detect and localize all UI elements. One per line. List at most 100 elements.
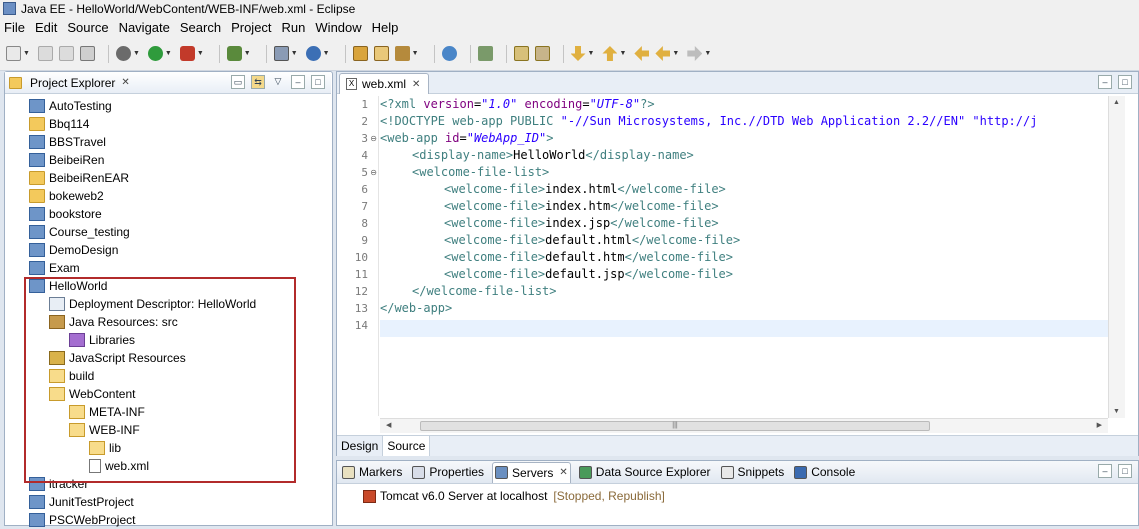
close-icon[interactable]: ✕: [412, 79, 420, 90]
scroll-left-arrow-icon[interactable]: ◀: [386, 421, 391, 429]
new-class-dropdown-icon[interactable]: ▼: [323, 50, 330, 57]
tab-console[interactable]: Console: [792, 462, 857, 483]
server-dropdown-icon[interactable]: ▼: [244, 50, 251, 57]
project-icon: [29, 117, 45, 131]
tab-data-source-explorer[interactable]: Data Source Explorer: [577, 462, 713, 483]
debug-dropdown-icon[interactable]: ▼: [133, 50, 140, 57]
tree-item[interactable]: BBSTravel: [29, 133, 106, 151]
tag-text: HelloWorld: [513, 148, 586, 162]
close-icon[interactable]: ✕: [121, 77, 129, 88]
tree-item[interactable]: JunitTestProject: [29, 493, 134, 511]
menu-help[interactable]: Help: [372, 20, 399, 35]
menu-run[interactable]: Run: [282, 20, 306, 35]
run-dropdown-icon[interactable]: ▼: [165, 50, 172, 57]
maximize-icon[interactable]: □: [1118, 75, 1132, 89]
fold-toggle-icon[interactable]: ⊖: [370, 130, 377, 147]
new-project-dropdown-icon[interactable]: ▼: [291, 50, 298, 57]
scroll-thumb[interactable]: |||: [420, 421, 930, 431]
menu-window[interactable]: Window: [315, 20, 361, 35]
fold-toggle-icon[interactable]: ⊖: [370, 164, 377, 181]
toolbar-separator: [344, 44, 346, 63]
design-tab[interactable]: Design: [337, 436, 384, 456]
next-annotation-icon[interactable]: [570, 46, 586, 61]
menu-edit[interactable]: Edit: [35, 20, 57, 35]
toggle-mark-icon[interactable]: [477, 46, 493, 61]
maximize-icon[interactable]: □: [1118, 464, 1132, 478]
external-tools-icon[interactable]: [179, 46, 195, 61]
pin-editor-icon[interactable]: [534, 46, 550, 61]
external-tools-dropdown-icon[interactable]: ▼: [197, 50, 204, 57]
tree-item[interactable]: bokeweb2: [29, 187, 104, 205]
code-line: <welcome-file>default.html</welcome-file…: [444, 232, 740, 249]
new-project-icon[interactable]: [273, 46, 289, 61]
previous-annotation-dropdown-icon[interactable]: ▼: [619, 50, 626, 57]
save-all-icon[interactable]: [58, 46, 74, 61]
editor-tab-web-xml[interactable]: X web.xml ✕: [339, 73, 429, 94]
menu-file[interactable]: File: [4, 20, 25, 35]
line-number: 3: [361, 132, 368, 145]
back-dropdown-icon[interactable]: ▼: [672, 50, 679, 57]
maximize-icon[interactable]: □: [311, 75, 325, 89]
tree-item[interactable]: AutoTesting: [29, 97, 112, 115]
vertical-scrollbar[interactable]: ▲ ▼: [1108, 96, 1125, 418]
console-icon: [794, 465, 808, 479]
horizontal-scrollbar[interactable]: ◀ ||| ▶: [380, 418, 1108, 433]
tab-markers[interactable]: Markers: [340, 462, 404, 483]
menu-project[interactable]: Project: [231, 20, 271, 35]
minimize-icon[interactable]: –: [1098, 75, 1112, 89]
tree-item[interactable]: bookstore: [29, 205, 102, 223]
minimize-icon[interactable]: –: [291, 75, 305, 89]
forward-dropdown-icon[interactable]: ▼: [704, 50, 711, 57]
open-type-icon[interactable]: [352, 46, 368, 61]
search-tool-icon[interactable]: [394, 46, 410, 61]
tab-servers[interactable]: Servers ✕: [492, 461, 571, 483]
tree-item-label: AutoTesting: [49, 99, 112, 113]
view-controls: ▭ ⇆ ▽ – □: [231, 75, 325, 89]
menu-navigate[interactable]: Navigate: [119, 20, 170, 35]
debug-icon[interactable]: [115, 46, 131, 61]
view-menu-icon[interactable]: ▽: [271, 75, 285, 89]
save-icon[interactable]: [37, 46, 53, 61]
tree-item[interactable]: PSCWebProject: [29, 511, 135, 529]
code-line: </web-app>: [380, 300, 452, 317]
collapse-all-icon[interactable]: ▭: [231, 75, 245, 89]
menu-source[interactable]: Source: [67, 20, 108, 35]
new-icon[interactable]: [6, 46, 21, 61]
new-class-icon[interactable]: [305, 46, 321, 61]
project-explorer-tab[interactable]: Project Explorer ✕ ▭ ⇆ ▽ – □: [5, 72, 331, 94]
source-tab[interactable]: Source: [383, 436, 431, 456]
annotation-icon[interactable]: [513, 46, 529, 61]
tree-item[interactable]: BeibeiRen: [29, 151, 104, 169]
print-icon[interactable]: [79, 46, 95, 61]
previous-annotation-icon[interactable]: [602, 46, 618, 61]
run-icon[interactable]: [147, 46, 163, 61]
last-edit-icon[interactable]: [634, 46, 650, 61]
menu-search[interactable]: Search: [180, 20, 221, 35]
tree-item-label: Bbq114: [49, 117, 90, 131]
web-browser-icon[interactable]: [441, 46, 457, 61]
code-area[interactable]: <?xml version="1.0" encoding="UTF-8"?> <…: [380, 96, 1108, 416]
open-folder-icon[interactable]: [373, 46, 389, 61]
code-line: <web-app id="WebApp_ID">: [380, 130, 553, 147]
minimize-icon[interactable]: –: [1098, 464, 1112, 478]
tree-item[interactable]: Exam: [29, 259, 80, 277]
tree-item[interactable]: DemoDesign: [29, 241, 118, 259]
tree-item-label: JunitTestProject: [49, 495, 134, 509]
tree-item[interactable]: Bbq114: [29, 115, 89, 133]
back-icon[interactable]: [655, 46, 671, 61]
search-tool-dropdown-icon[interactable]: ▼: [412, 50, 419, 57]
tree-item[interactable]: Course_testing: [29, 223, 130, 241]
next-annotation-dropdown-icon[interactable]: ▼: [588, 50, 595, 57]
new-dropdown-icon[interactable]: ▼: [23, 50, 30, 57]
server-icon[interactable]: [226, 46, 242, 61]
tab-properties[interactable]: Properties: [410, 462, 486, 483]
scroll-right-arrow-icon[interactable]: ▶: [1097, 421, 1102, 429]
close-icon[interactable]: ✕: [559, 467, 567, 478]
scroll-down-arrow-icon[interactable]: ▼: [1113, 408, 1120, 415]
tree-item[interactable]: BeibeiRenEAR: [29, 169, 129, 187]
server-entry[interactable]: Tomcat v6.0 Server at localhost [Stopped…: [363, 489, 665, 503]
scroll-up-arrow-icon[interactable]: ▲: [1113, 99, 1120, 106]
link-with-editor-icon[interactable]: ⇆: [251, 75, 265, 89]
tab-snippets[interactable]: Snippets: [719, 462, 787, 483]
forward-icon[interactable]: [687, 46, 703, 61]
